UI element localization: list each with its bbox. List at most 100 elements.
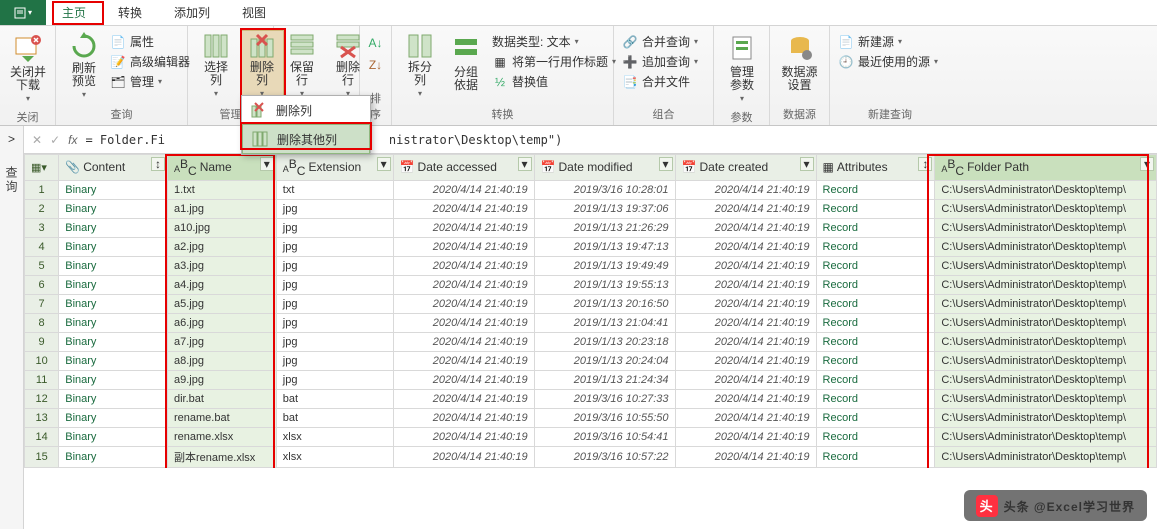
cell-content[interactable]: Binary xyxy=(59,256,168,275)
sort-asc-button[interactable]: A↓ xyxy=(366,34,385,52)
row-number[interactable]: 2 xyxy=(25,199,59,218)
cell-attr[interactable]: Record xyxy=(816,389,935,408)
cell-name[interactable]: rename.xlsx xyxy=(168,427,277,446)
cell-path[interactable]: C:\Users\Administrator\Desktop\temp\ xyxy=(935,389,1157,408)
cell-dm[interactable]: 2019/1/13 20:23:18 xyxy=(534,332,675,351)
manage-button[interactable]: 🗂管理▾ xyxy=(108,72,192,91)
append-queries-button[interactable]: ➕追加查询▾ xyxy=(620,52,707,71)
cell-ext[interactable]: jpg xyxy=(276,275,393,294)
cell-path[interactable]: C:\Users\Administrator\Desktop\temp\ xyxy=(935,256,1157,275)
cell-attr[interactable]: Record xyxy=(816,237,935,256)
row-number[interactable]: 8 xyxy=(25,313,59,332)
query-sidebar[interactable]: > 查询 xyxy=(0,126,24,529)
cell-content[interactable]: Binary xyxy=(59,351,168,370)
cell-da[interactable]: 2020/4/14 21:40:19 xyxy=(393,446,534,467)
cell-path[interactable]: C:\Users\Administrator\Desktop\temp\ xyxy=(935,313,1157,332)
cell-attr[interactable]: Record xyxy=(816,446,935,467)
data-grid[interactable]: ▦▾ 📎Content↕ ABCName▾ ABCExtension▾ 📅Dat… xyxy=(24,154,1157,468)
cell-dm[interactable]: 2019/1/13 19:37:06 xyxy=(534,199,675,218)
cell-dc[interactable]: 2020/4/14 21:40:19 xyxy=(675,408,816,427)
cell-content[interactable]: Binary xyxy=(59,218,168,237)
col-attributes[interactable]: ▦Attributes↕ xyxy=(816,155,935,181)
cell-dm[interactable]: 2019/1/13 19:55:13 xyxy=(534,275,675,294)
cell-path[interactable]: C:\Users\Administrator\Desktop\temp\ xyxy=(935,294,1157,313)
cell-name[interactable]: a6.jpg xyxy=(168,313,277,332)
table-row[interactable]: 1 Binary 1.txt txt 2020/4/14 21:40:19 20… xyxy=(25,180,1157,199)
cell-path[interactable]: C:\Users\Administrator\Desktop\temp\ xyxy=(935,446,1157,467)
sidebar-expand-chevron[interactable]: > xyxy=(8,132,15,146)
cell-ext[interactable]: bat xyxy=(276,389,393,408)
new-source-button[interactable]: 📄新建源▾ xyxy=(836,32,944,51)
cell-path[interactable]: C:\Users\Administrator\Desktop\temp\ xyxy=(935,237,1157,256)
cell-content[interactable]: Binary xyxy=(59,313,168,332)
cell-da[interactable]: 2020/4/14 21:40:19 xyxy=(393,427,534,446)
cell-da[interactable]: 2020/4/14 21:40:19 xyxy=(393,180,534,199)
cell-ext[interactable]: jpg xyxy=(276,218,393,237)
table-row[interactable]: 11 Binary a9.jpg jpg 2020/4/14 21:40:19 … xyxy=(25,370,1157,389)
col-folder-path[interactable]: ABCFolder Path▾ xyxy=(935,155,1157,181)
table-row[interactable]: 6 Binary a4.jpg jpg 2020/4/14 21:40:19 2… xyxy=(25,275,1157,294)
cell-path[interactable]: C:\Users\Administrator\Desktop\temp\ xyxy=(935,427,1157,446)
cell-dm[interactable]: 2019/1/13 21:26:29 xyxy=(534,218,675,237)
cell-dc[interactable]: 2020/4/14 21:40:19 xyxy=(675,427,816,446)
firstrow-headers-button[interactable]: ▦将第一行用作标题▾ xyxy=(490,52,618,71)
cell-dc[interactable]: 2020/4/14 21:40:19 xyxy=(675,256,816,275)
cell-name[interactable]: a7.jpg xyxy=(168,332,277,351)
cell-content[interactable]: Binary xyxy=(59,275,168,294)
cell-attr[interactable]: Record xyxy=(816,408,935,427)
cell-name[interactable]: a3.jpg xyxy=(168,256,277,275)
cell-content[interactable]: Binary xyxy=(59,332,168,351)
cell-name[interactable]: 副本rename.xlsx xyxy=(168,446,277,467)
merge-queries-button[interactable]: 🔗合并查询▾ xyxy=(620,32,707,51)
table-row[interactable]: 12 Binary dir.bat bat 2020/4/14 21:40:19… xyxy=(25,389,1157,408)
datatype-button[interactable]: 数据类型: 文本▾ xyxy=(490,32,618,51)
filter-da[interactable]: ▾ xyxy=(518,157,532,171)
close-load-button[interactable]: 关闭并 下载▾ xyxy=(6,30,50,107)
cell-path[interactable]: C:\Users\Administrator\Desktop\temp\ xyxy=(935,218,1157,237)
cell-attr[interactable]: Record xyxy=(816,275,935,294)
cell-ext[interactable]: jpg xyxy=(276,332,393,351)
cell-attr[interactable]: Record xyxy=(816,427,935,446)
table-row[interactable]: 15 Binary 副本rename.xlsx xlsx 2020/4/14 2… xyxy=(25,446,1157,467)
filter-dm[interactable]: ▾ xyxy=(659,157,673,171)
cell-da[interactable]: 2020/4/14 21:40:19 xyxy=(393,275,534,294)
table-row[interactable]: 5 Binary a3.jpg jpg 2020/4/14 21:40:19 2… xyxy=(25,256,1157,275)
cell-dc[interactable]: 2020/4/14 21:40:19 xyxy=(675,351,816,370)
table-row[interactable]: 14 Binary rename.xlsx xlsx 2020/4/14 21:… xyxy=(25,427,1157,446)
table-row[interactable]: 13 Binary rename.bat bat 2020/4/14 21:40… xyxy=(25,408,1157,427)
cell-attr[interactable]: Record xyxy=(816,313,935,332)
cell-content[interactable]: Binary xyxy=(59,237,168,256)
filter-ext[interactable]: ▾ xyxy=(377,157,391,171)
table-row[interactable]: 9 Binary a7.jpg jpg 2020/4/14 21:40:19 2… xyxy=(25,332,1157,351)
cell-attr[interactable]: Record xyxy=(816,294,935,313)
row-number[interactable]: 13 xyxy=(25,408,59,427)
cell-path[interactable]: C:\Users\Administrator\Desktop\temp\ xyxy=(935,408,1157,427)
cell-attr[interactable]: Record xyxy=(816,351,935,370)
cell-da[interactable]: 2020/4/14 21:40:19 xyxy=(393,332,534,351)
row-number[interactable]: 11 xyxy=(25,370,59,389)
row-number[interactable]: 6 xyxy=(25,275,59,294)
cell-attr[interactable]: Record xyxy=(816,332,935,351)
filter-path[interactable]: ▾ xyxy=(1140,157,1154,171)
groupby-button[interactable]: 分组 依据 xyxy=(444,30,488,102)
row-number[interactable]: 9 xyxy=(25,332,59,351)
cell-da[interactable]: 2020/4/14 21:40:19 xyxy=(393,313,534,332)
cell-dm[interactable]: 2019/3/16 10:57:22 xyxy=(534,446,675,467)
cell-dc[interactable]: 2020/4/14 21:40:19 xyxy=(675,237,816,256)
cell-name[interactable]: a8.jpg xyxy=(168,351,277,370)
cell-name[interactable]: dir.bat xyxy=(168,389,277,408)
col-date-modified[interactable]: 📅Date modified▾ xyxy=(534,155,675,181)
cell-path[interactable]: C:\Users\Administrator\Desktop\temp\ xyxy=(935,332,1157,351)
datasource-settings-button[interactable]: 数据源 设置 xyxy=(776,30,823,94)
properties-button[interactable]: 📄属性 xyxy=(108,32,192,51)
cell-ext[interactable]: jpg xyxy=(276,237,393,256)
cell-attr[interactable]: Record xyxy=(816,180,935,199)
cell-name[interactable]: a2.jpg xyxy=(168,237,277,256)
cell-dm[interactable]: 2019/3/16 10:28:01 xyxy=(534,180,675,199)
cell-path[interactable]: C:\Users\Administrator\Desktop\temp\ xyxy=(935,370,1157,389)
col-content[interactable]: 📎Content↕ xyxy=(59,155,168,181)
cell-dm[interactable]: 2019/1/13 21:04:41 xyxy=(534,313,675,332)
corner-cell[interactable]: ▦▾ xyxy=(25,155,59,181)
cell-attr[interactable]: Record xyxy=(816,218,935,237)
table-row[interactable]: 3 Binary a10.jpg jpg 2020/4/14 21:40:19 … xyxy=(25,218,1157,237)
